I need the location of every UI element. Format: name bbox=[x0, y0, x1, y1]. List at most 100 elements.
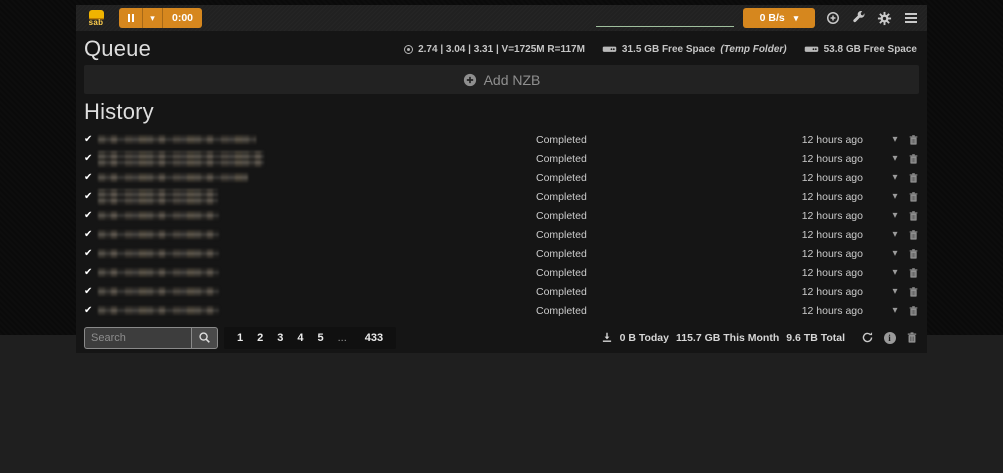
history-row[interactable]: ✔ Completed 12 hours ago ▾ bbox=[76, 301, 927, 320]
timestamp: 12 hours ago bbox=[802, 153, 863, 165]
page-button[interactable]: 2 bbox=[250, 327, 270, 349]
trash-icon bbox=[908, 286, 919, 298]
status-label: Completed bbox=[536, 172, 587, 184]
temp-free-note: (Temp Folder) bbox=[720, 44, 786, 55]
history-row[interactable]: ✔ Completed 12 hours ago ▾ bbox=[76, 149, 927, 168]
download-icon bbox=[601, 331, 613, 345]
censored-job-name bbox=[98, 230, 219, 239]
history-row[interactable]: ✔ Completed 12 hours ago ▾ bbox=[76, 130, 927, 149]
censored-job-name bbox=[98, 173, 248, 182]
status-label: Completed bbox=[536, 134, 587, 146]
menu-button[interactable] bbox=[902, 10, 919, 27]
settings-button[interactable] bbox=[876, 10, 893, 27]
timestamp: 12 hours ago bbox=[802, 267, 863, 279]
page-button[interactable]: 3 bbox=[270, 327, 290, 349]
row-actions-dropdown[interactable]: ▾ bbox=[889, 134, 901, 145]
timestamp: 12 hours ago bbox=[802, 191, 863, 203]
page-button[interactable]: 433 bbox=[358, 327, 390, 349]
delete-row-button[interactable] bbox=[907, 304, 919, 317]
row-actions-dropdown[interactable]: ▾ bbox=[889, 153, 901, 164]
row-actions-dropdown[interactable]: ▾ bbox=[889, 286, 901, 297]
history-row[interactable]: ✔ Completed 12 hours ago ▾ bbox=[76, 263, 927, 282]
row-actions-dropdown[interactable]: ▾ bbox=[889, 267, 901, 278]
row-actions-dropdown[interactable]: ▾ bbox=[889, 172, 901, 183]
queue-stats: 2.74 | 3.04 | 3.31 | V=1725M R=117M 31.5… bbox=[404, 43, 919, 55]
page-button[interactable]: 4 bbox=[290, 327, 310, 349]
history-row[interactable]: ✔ Completed 12 hours ago ▾ bbox=[76, 282, 927, 301]
history-row[interactable]: ✔ Completed 12 hours ago ▾ bbox=[76, 244, 927, 263]
pause-icon bbox=[128, 14, 130, 22]
delete-row-button[interactable] bbox=[907, 133, 919, 146]
delete-row-button[interactable] bbox=[907, 152, 919, 165]
check-icon: ✔ bbox=[84, 135, 97, 145]
censored-job-name bbox=[98, 268, 219, 277]
page-button[interactable]: 1 bbox=[230, 327, 250, 349]
delete-row-button[interactable] bbox=[907, 190, 919, 203]
purge-history-button[interactable] bbox=[904, 330, 919, 345]
status-label: Completed bbox=[536, 286, 587, 298]
search-button[interactable] bbox=[191, 327, 218, 349]
pause-button[interactable] bbox=[119, 8, 143, 28]
status-label: Completed bbox=[536, 229, 587, 241]
add-nzb-button[interactable] bbox=[824, 10, 841, 27]
delete-row-button[interactable] bbox=[907, 171, 919, 184]
history-info-button[interactable]: i bbox=[882, 330, 897, 345]
censored-job-name bbox=[98, 135, 256, 144]
pause-timer[interactable]: 0:00 bbox=[163, 8, 202, 28]
stat-today: 0 B Today bbox=[620, 332, 669, 344]
row-actions-dropdown[interactable]: ▾ bbox=[889, 229, 901, 240]
disk-free-space: 53.8 GB Free Space bbox=[824, 44, 917, 55]
trash-icon bbox=[908, 191, 919, 203]
speed-limit-dropdown[interactable]: 0 B/s ▾ bbox=[743, 8, 815, 28]
row-actions-dropdown[interactable]: ▾ bbox=[889, 248, 901, 259]
row-actions-dropdown[interactable]: ▾ bbox=[889, 305, 901, 316]
delete-row-button[interactable] bbox=[907, 247, 919, 260]
load-stats: 2.74 | 3.04 | 3.31 | V=1725M R=117M bbox=[418, 44, 585, 55]
check-icon: ✔ bbox=[84, 268, 97, 278]
sabnzbd-app: sab ▾ 0:00 0 B/s ▾ bbox=[76, 5, 927, 353]
history-row[interactable]: ✔ Completed 12 hours ago ▾ bbox=[76, 206, 927, 225]
timestamp: 12 hours ago bbox=[802, 248, 863, 260]
plus-circle-icon bbox=[826, 11, 840, 25]
trash-icon bbox=[908, 172, 919, 184]
timestamp: 12 hours ago bbox=[802, 134, 863, 146]
history-row[interactable]: ✔ Completed 12 hours ago ▾ bbox=[76, 168, 927, 187]
page-button[interactable]: 5 bbox=[311, 327, 331, 349]
censored-job-name bbox=[98, 211, 219, 220]
delete-row-button[interactable] bbox=[907, 209, 919, 222]
row-actions-dropdown[interactable]: ▾ bbox=[889, 191, 901, 202]
status-label: Completed bbox=[536, 248, 587, 260]
delete-row-button[interactable] bbox=[907, 285, 919, 298]
sabnzbd-logo[interactable]: sab bbox=[84, 10, 108, 27]
info-icon: i bbox=[884, 332, 896, 344]
pause-duration-dropdown[interactable]: ▾ bbox=[143, 8, 163, 28]
pause-icon bbox=[132, 14, 134, 22]
add-nzb-label: Add NZB bbox=[484, 72, 541, 88]
page-backdrop: sab ▾ 0:00 0 B/s ▾ bbox=[0, 0, 1003, 335]
delete-row-button[interactable] bbox=[907, 266, 919, 279]
timestamp: 12 hours ago bbox=[802, 305, 863, 317]
delete-row-button[interactable] bbox=[907, 228, 919, 241]
check-icon: ✔ bbox=[84, 154, 97, 164]
temp-free-space: 31.5 GB Free Space bbox=[622, 44, 715, 55]
history-heading: History bbox=[84, 99, 154, 125]
history-row[interactable]: ✔ Completed 12 hours ago ▾ bbox=[76, 187, 927, 206]
add-nzb-dropzone[interactable]: Add NZB bbox=[84, 65, 919, 94]
pagination: 12345...433 bbox=[224, 327, 396, 349]
history-list: ✔ Completed 12 hours ago ▾ ✔ Completed 1… bbox=[76, 130, 927, 320]
check-icon: ✔ bbox=[84, 287, 97, 297]
search-input[interactable] bbox=[84, 327, 191, 349]
history-row[interactable]: ✔ Completed 12 hours ago ▾ bbox=[76, 225, 927, 244]
check-icon: ✔ bbox=[84, 173, 97, 183]
refresh-history-button[interactable] bbox=[860, 330, 875, 345]
plus-circle-icon bbox=[463, 73, 477, 87]
stat-total: 9.6 TB Total bbox=[786, 332, 845, 344]
timestamp: 12 hours ago bbox=[802, 286, 863, 298]
status-label: Completed bbox=[536, 153, 587, 165]
options-button[interactable] bbox=[850, 10, 867, 27]
hdd-icon bbox=[804, 43, 819, 55]
trash-icon bbox=[908, 153, 919, 165]
check-icon: ✔ bbox=[84, 249, 97, 259]
trash-icon bbox=[906, 331, 918, 344]
row-actions-dropdown[interactable]: ▾ bbox=[889, 210, 901, 221]
